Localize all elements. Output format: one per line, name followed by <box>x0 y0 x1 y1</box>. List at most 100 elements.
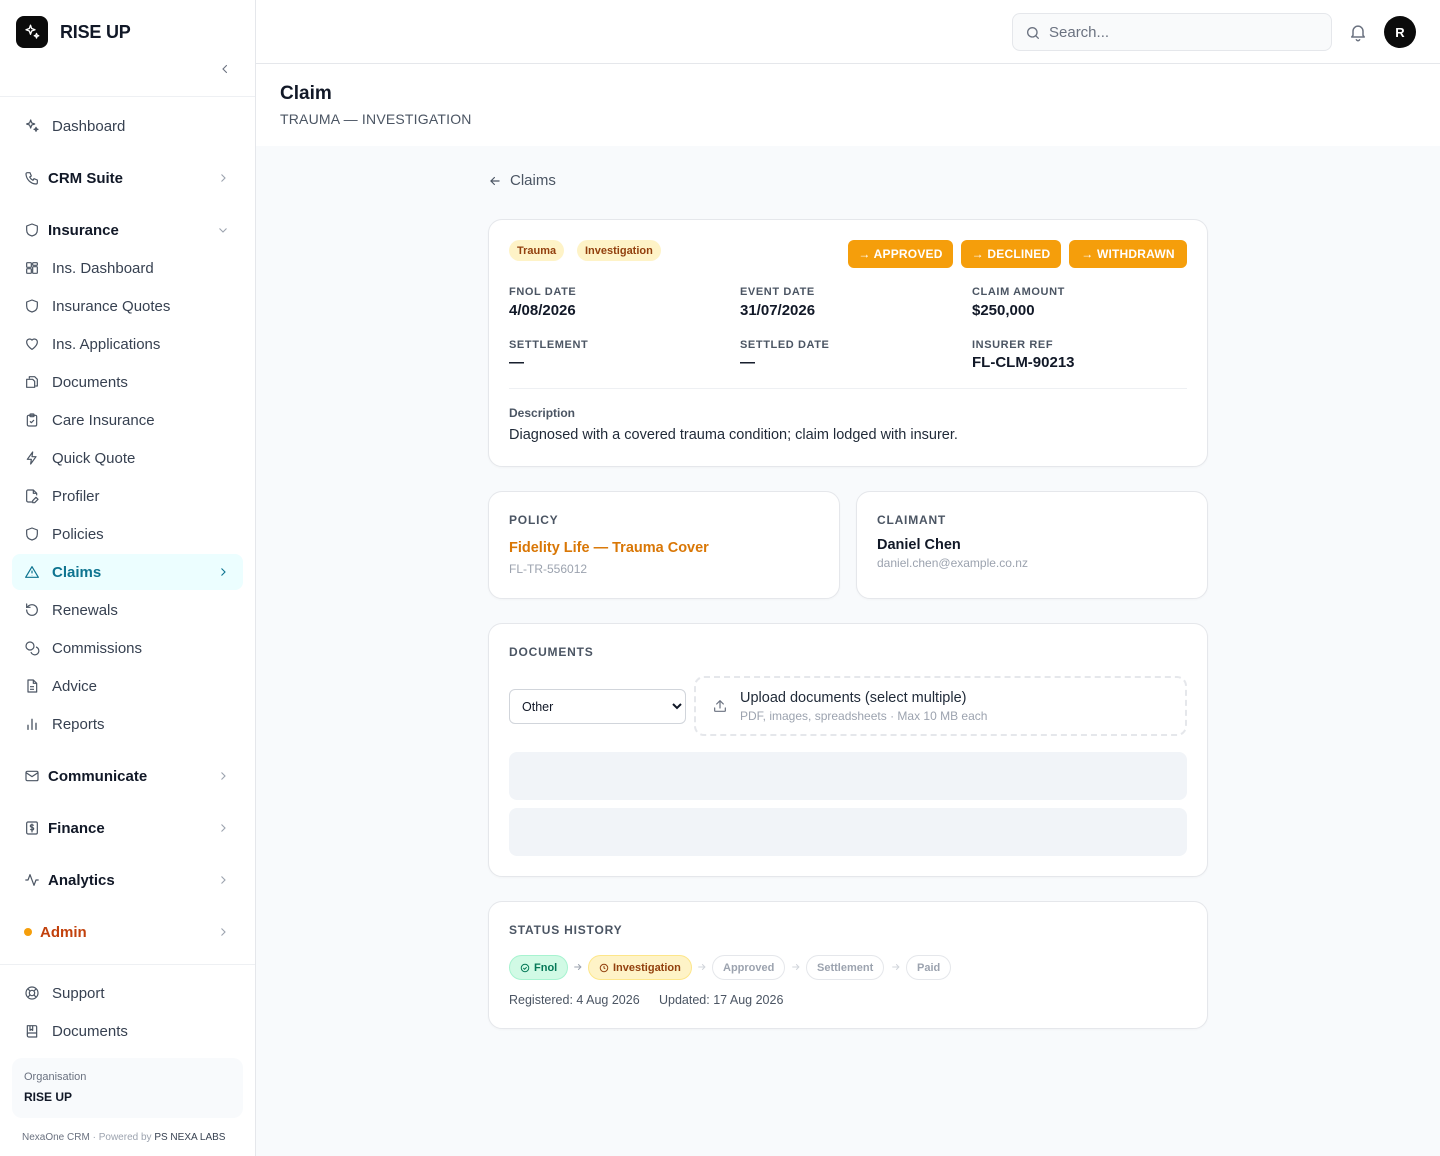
organisation-label: Organisation <box>24 1071 87 1083</box>
arrow-right-icon <box>574 964 582 970</box>
layout-grid-icon <box>26 262 38 274</box>
approve-button[interactable]: → APPROVED <box>848 240 953 268</box>
nav-documents[interactable]: Documents <box>12 364 243 400</box>
nav-label: Claims <box>52 563 102 581</box>
zap-icon <box>26 451 37 465</box>
search-input[interactable] <box>1049 23 1309 41</box>
nav-group-communicate[interactable]: Communicate <box>12 758 243 794</box>
brand[interactable]: RISE UP <box>16 16 131 48</box>
check-circle-icon <box>520 963 530 972</box>
phone-icon <box>25 172 38 185</box>
policy-ref: FL-TR-556012 <box>509 562 588 576</box>
mail-icon <box>25 770 39 782</box>
nav-claims[interactable]: Claims <box>12 554 243 590</box>
nav-group-finance[interactable]: Finance <box>12 810 243 846</box>
claim-type-badge: Trauma <box>509 240 565 261</box>
back-to-claims-link[interactable]: Claims <box>488 172 556 189</box>
divider <box>509 388 1187 389</box>
nav-advice[interactable]: Advice <box>12 668 243 704</box>
arrow-right-icon <box>792 964 800 970</box>
file-pen-icon <box>26 489 39 504</box>
shield-icon <box>26 527 38 541</box>
field-label: INSURER REF <box>972 339 1054 351</box>
policy-link[interactable]: Fidelity Life — Trauma Cover <box>509 540 709 556</box>
receipt-dollar-icon <box>26 821 38 835</box>
clock-icon <box>599 963 609 972</box>
nav-quick-quote[interactable]: Quick Quote <box>12 440 243 476</box>
decline-button[interactable]: → DECLINED <box>961 240 1061 268</box>
page-subtitle: TRAUMA — INVESTIGATION <box>280 111 472 127</box>
organisation-name: RISE UP <box>24 1090 73 1104</box>
nav-group-crm-suite[interactable]: CRM Suite <box>12 160 243 196</box>
status-step-investigation: Investigation <box>588 955 692 980</box>
insurer-ref-value: FL-CLM-90213 <box>972 354 1075 371</box>
nav-group-insurance[interactable]: Insurance <box>12 212 243 248</box>
chevron-right-icon <box>221 772 226 780</box>
divider <box>0 964 255 965</box>
notifications-bell-icon[interactable] <box>1348 22 1368 42</box>
nav-help-documents[interactable]: Documents <box>12 1013 243 1049</box>
documents-section-title: DOCUMENTS <box>509 645 594 659</box>
field-label: CLAIM AMOUNT <box>972 286 1065 298</box>
status-step-label: Investigation <box>613 961 681 974</box>
upload-icon <box>714 700 726 712</box>
nav-ins-dashboard[interactable]: Ins. Dashboard <box>12 250 243 286</box>
nav-group-admin[interactable]: Admin <box>12 914 243 950</box>
claimant-section-title: CLAIMANT <box>877 513 947 527</box>
claim-amount-value: $250,000 <box>972 302 1035 319</box>
nav-group-label: CRM Suite <box>48 169 123 187</box>
book-icon <box>26 1025 38 1038</box>
page-title: Claim <box>280 83 332 104</box>
page-header: Claim TRAUMA — INVESTIGATION <box>256 64 1440 146</box>
nav-renewals[interactable]: Renewals <box>12 592 243 628</box>
nav-care-insurance[interactable]: Care Insurance <box>12 402 243 438</box>
top-bar: R <box>256 0 1440 64</box>
arrow-left-icon <box>490 176 500 185</box>
rotate-ccw-icon <box>26 603 38 616</box>
collapse-sidebar-chevron-left-icon[interactable] <box>216 60 234 78</box>
settled-date-value: — <box>740 354 755 371</box>
status-step-label: Fnol <box>534 961 558 974</box>
status-step-label: Paid <box>917 961 941 974</box>
arrow-right-icon <box>892 964 900 970</box>
search-box[interactable] <box>1012 13 1332 51</box>
nav-reports[interactable]: Reports <box>12 706 243 742</box>
nav-group-label: Communicate <box>48 767 148 785</box>
heart-icon <box>26 338 38 350</box>
nav-profiler[interactable]: Profiler <box>12 478 243 514</box>
nav-label: Insurance Quotes <box>52 297 171 315</box>
nav-label: Ins. Applications <box>52 335 161 353</box>
status-step-label: Approved <box>723 961 775 974</box>
nav-group-label: Admin <box>40 923 87 941</box>
footer-separator: · <box>92 1132 96 1143</box>
document-loading-placeholder <box>509 808 1187 856</box>
nav-dashboard[interactable]: Dashboard <box>12 108 243 144</box>
nav-label: Ins. Dashboard <box>52 259 154 277</box>
admin-status-dot <box>24 928 32 936</box>
document-type-select[interactable]: Other <box>509 689 686 724</box>
withdraw-button[interactable]: → WITHDRAWN <box>1069 240 1187 268</box>
search-icon <box>1027 27 1039 39</box>
nav-policies[interactable]: Policies <box>12 516 243 552</box>
organisation-switcher[interactable]: Organisation RISE UP <box>12 1058 243 1118</box>
chevron-right-icon <box>221 876 226 884</box>
arrow-right-icon <box>698 964 706 970</box>
updated-date: Updated: 17 Aug 2026 <box>659 993 784 1007</box>
nav-group-label: Finance <box>48 819 105 837</box>
nav-label: Care Insurance <box>52 411 155 429</box>
policy-section-title: POLICY <box>509 513 559 527</box>
nav-ins-applications[interactable]: Ins. Applications <box>12 326 243 362</box>
shield-icon <box>26 223 38 237</box>
sparkle-logo-icon <box>16 16 48 48</box>
nav-group-label: Insurance <box>48 221 119 239</box>
nav-group-analytics[interactable]: Analytics <box>12 862 243 898</box>
nav-label: Commissions <box>52 639 143 657</box>
upload-dropzone[interactable]: Upload documents (select multiple) PDF, … <box>694 676 1187 736</box>
nav-support[interactable]: Support <box>12 975 243 1011</box>
chevron-right-icon <box>221 568 226 576</box>
sidebar: RISE UP Dashboard CRM Suite Insurance In… <box>0 0 256 1156</box>
sparkles-icon <box>26 119 39 132</box>
nav-commissions[interactable]: Commissions <box>12 630 243 666</box>
nav-insurance-quotes[interactable]: Insurance Quotes <box>12 288 243 324</box>
user-avatar[interactable]: R <box>1384 16 1416 48</box>
